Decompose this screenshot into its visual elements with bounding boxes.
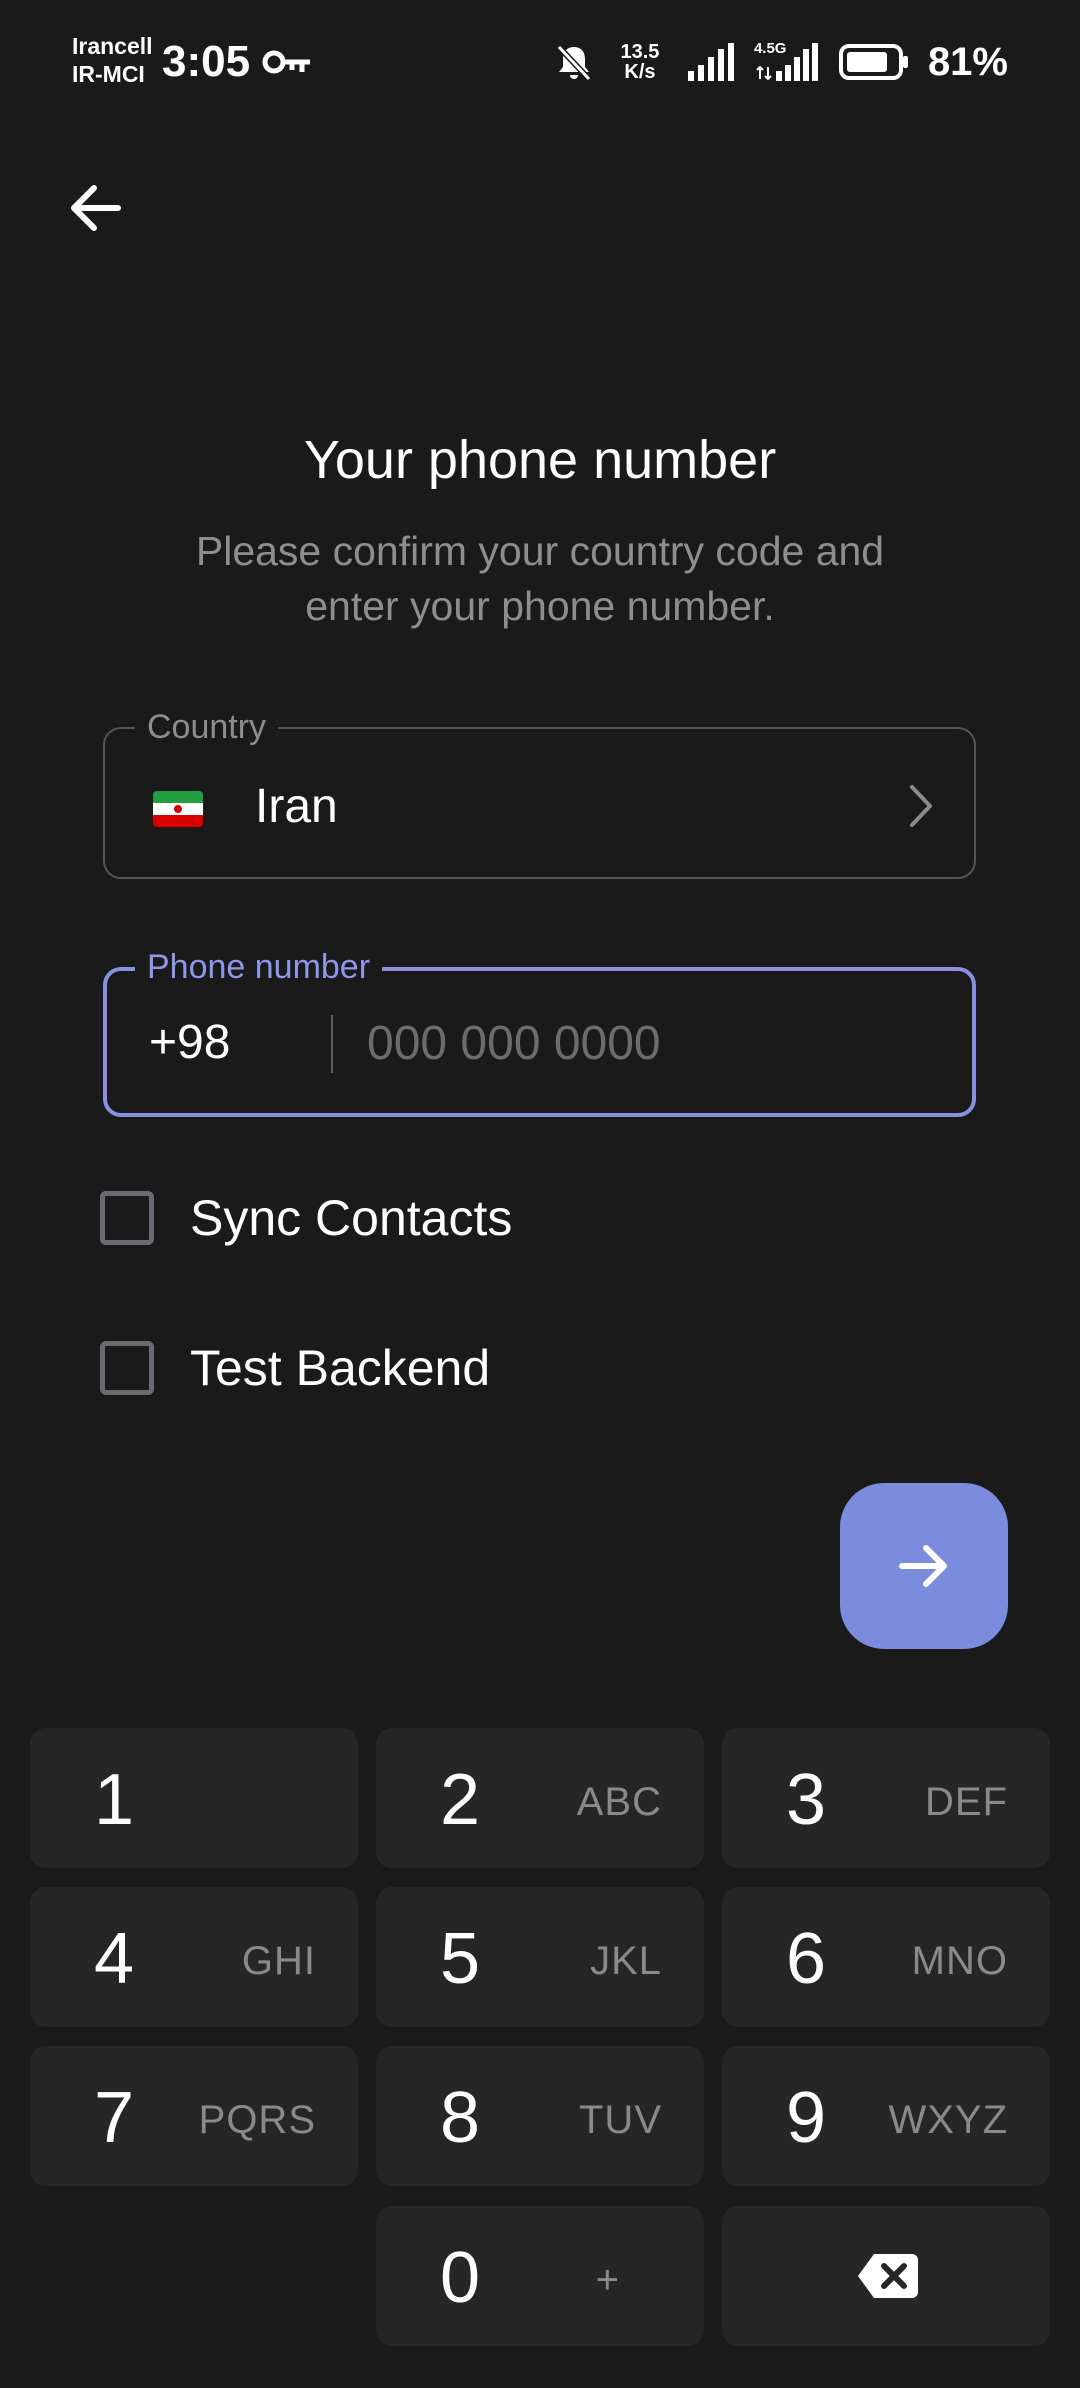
- test-backend-checkbox[interactable]: [100, 1341, 154, 1395]
- country-name: Iran: [255, 780, 338, 833]
- key-digit: 3: [786, 1760, 827, 1840]
- key-digit: 4: [94, 1919, 135, 1999]
- chevron-right-icon: [910, 785, 932, 827]
- key-digit: 0: [440, 2238, 481, 2318]
- test-backend-option[interactable]: Test Backend: [100, 1336, 490, 1400]
- key-digit: 9: [786, 2078, 827, 2158]
- carrier-name: Irancell IR-MCI: [72, 32, 153, 88]
- vpn-key-icon: [262, 50, 310, 74]
- sync-contacts-option[interactable]: Sync Contacts: [100, 1186, 512, 1250]
- key-letters: TUV: [579, 2098, 662, 2142]
- phone-number-input[interactable]: [367, 1011, 927, 1075]
- sync-contacts-label: Sync Contacts: [190, 1190, 513, 1246]
- backspace-key[interactable]: [722, 2206, 1050, 2346]
- country-code[interactable]: +98: [149, 1015, 230, 1071]
- sync-contacts-checkbox[interactable]: [100, 1191, 154, 1245]
- key-letters: WXYZ: [888, 2098, 1008, 2142]
- key-0[interactable]: 0 +: [376, 2206, 704, 2346]
- next-button[interactable]: [840, 1483, 1008, 1649]
- phone-number-label: Phone number: [135, 944, 383, 990]
- key-letters: ABC: [576, 1780, 662, 1824]
- arrow-right-icon: [899, 1545, 947, 1587]
- battery-percentage: 81%: [927, 40, 1008, 84]
- key-letters: MNO: [911, 1939, 1008, 1983]
- key-9[interactable]: 9 WXYZ: [722, 2046, 1050, 2186]
- key-letters: PQRS: [198, 2098, 316, 2142]
- key-3[interactable]: 3 DEF: [722, 1728, 1050, 1868]
- key-letters: +: [595, 2258, 620, 2302]
- key-8[interactable]: 8 TUV: [376, 2046, 704, 2186]
- key-digit: 8: [440, 2078, 481, 2158]
- key-digit: 6: [786, 1919, 827, 1999]
- key-digit: 7: [94, 2078, 135, 2158]
- lte-signal-icon: 4.5G: [754, 41, 820, 83]
- key-6[interactable]: 6 MNO: [722, 1887, 1050, 2027]
- carrier-line-1: Irancell: [72, 33, 153, 59]
- phone-divider: [331, 1015, 333, 1073]
- key-digit: 5: [440, 1919, 481, 1999]
- country-label: Country: [135, 704, 279, 750]
- key-letters: JKL: [590, 1939, 662, 1983]
- net-speed-unit: K/s: [624, 61, 656, 83]
- mute-icon: [556, 44, 592, 82]
- page-subtitle: Please confirm your country code and ent…: [195, 528, 885, 629]
- key-1[interactable]: 1: [30, 1728, 358, 1868]
- key-7[interactable]: 7 PQRS: [30, 2046, 358, 2186]
- battery-icon: [838, 44, 908, 80]
- key-digit: 1: [94, 1760, 135, 1840]
- key-4[interactable]: 4 GHI: [30, 1887, 358, 2027]
- back-button[interactable]: [56, 168, 136, 248]
- carrier-line-2: IR-MCI: [72, 61, 145, 87]
- status-bar: Irancell IR-MCI 3:05 13.5 K/s 4.5G 81%: [0, 0, 1080, 120]
- signal-icon: [687, 43, 734, 81]
- key-letters: DEF: [925, 1780, 1008, 1824]
- key-5[interactable]: 5 JKL: [376, 1887, 704, 2027]
- iran-flag-icon: [153, 791, 203, 827]
- phone-number-field[interactable]: Phone number +98: [103, 944, 976, 1117]
- net-speed-value: 13.5: [620, 41, 660, 63]
- key-2[interactable]: 2 ABC: [376, 1728, 704, 1868]
- status-icons: 13.5 K/s 4.5G 81%: [554, 34, 1008, 90]
- key-letters: GHI: [241, 1939, 316, 1983]
- clock: 3:05: [162, 37, 251, 86]
- net-speed: 13.5 K/s: [612, 42, 668, 82]
- test-backend-label: Test Backend: [190, 1340, 491, 1396]
- backspace-icon: [858, 2254, 918, 2298]
- arrow-left-icon: [71, 185, 121, 231]
- page-title: Your phone number: [303, 430, 777, 490]
- country-selector[interactable]: Country Iran: [103, 704, 976, 879]
- key-digit: 2: [440, 1760, 481, 1840]
